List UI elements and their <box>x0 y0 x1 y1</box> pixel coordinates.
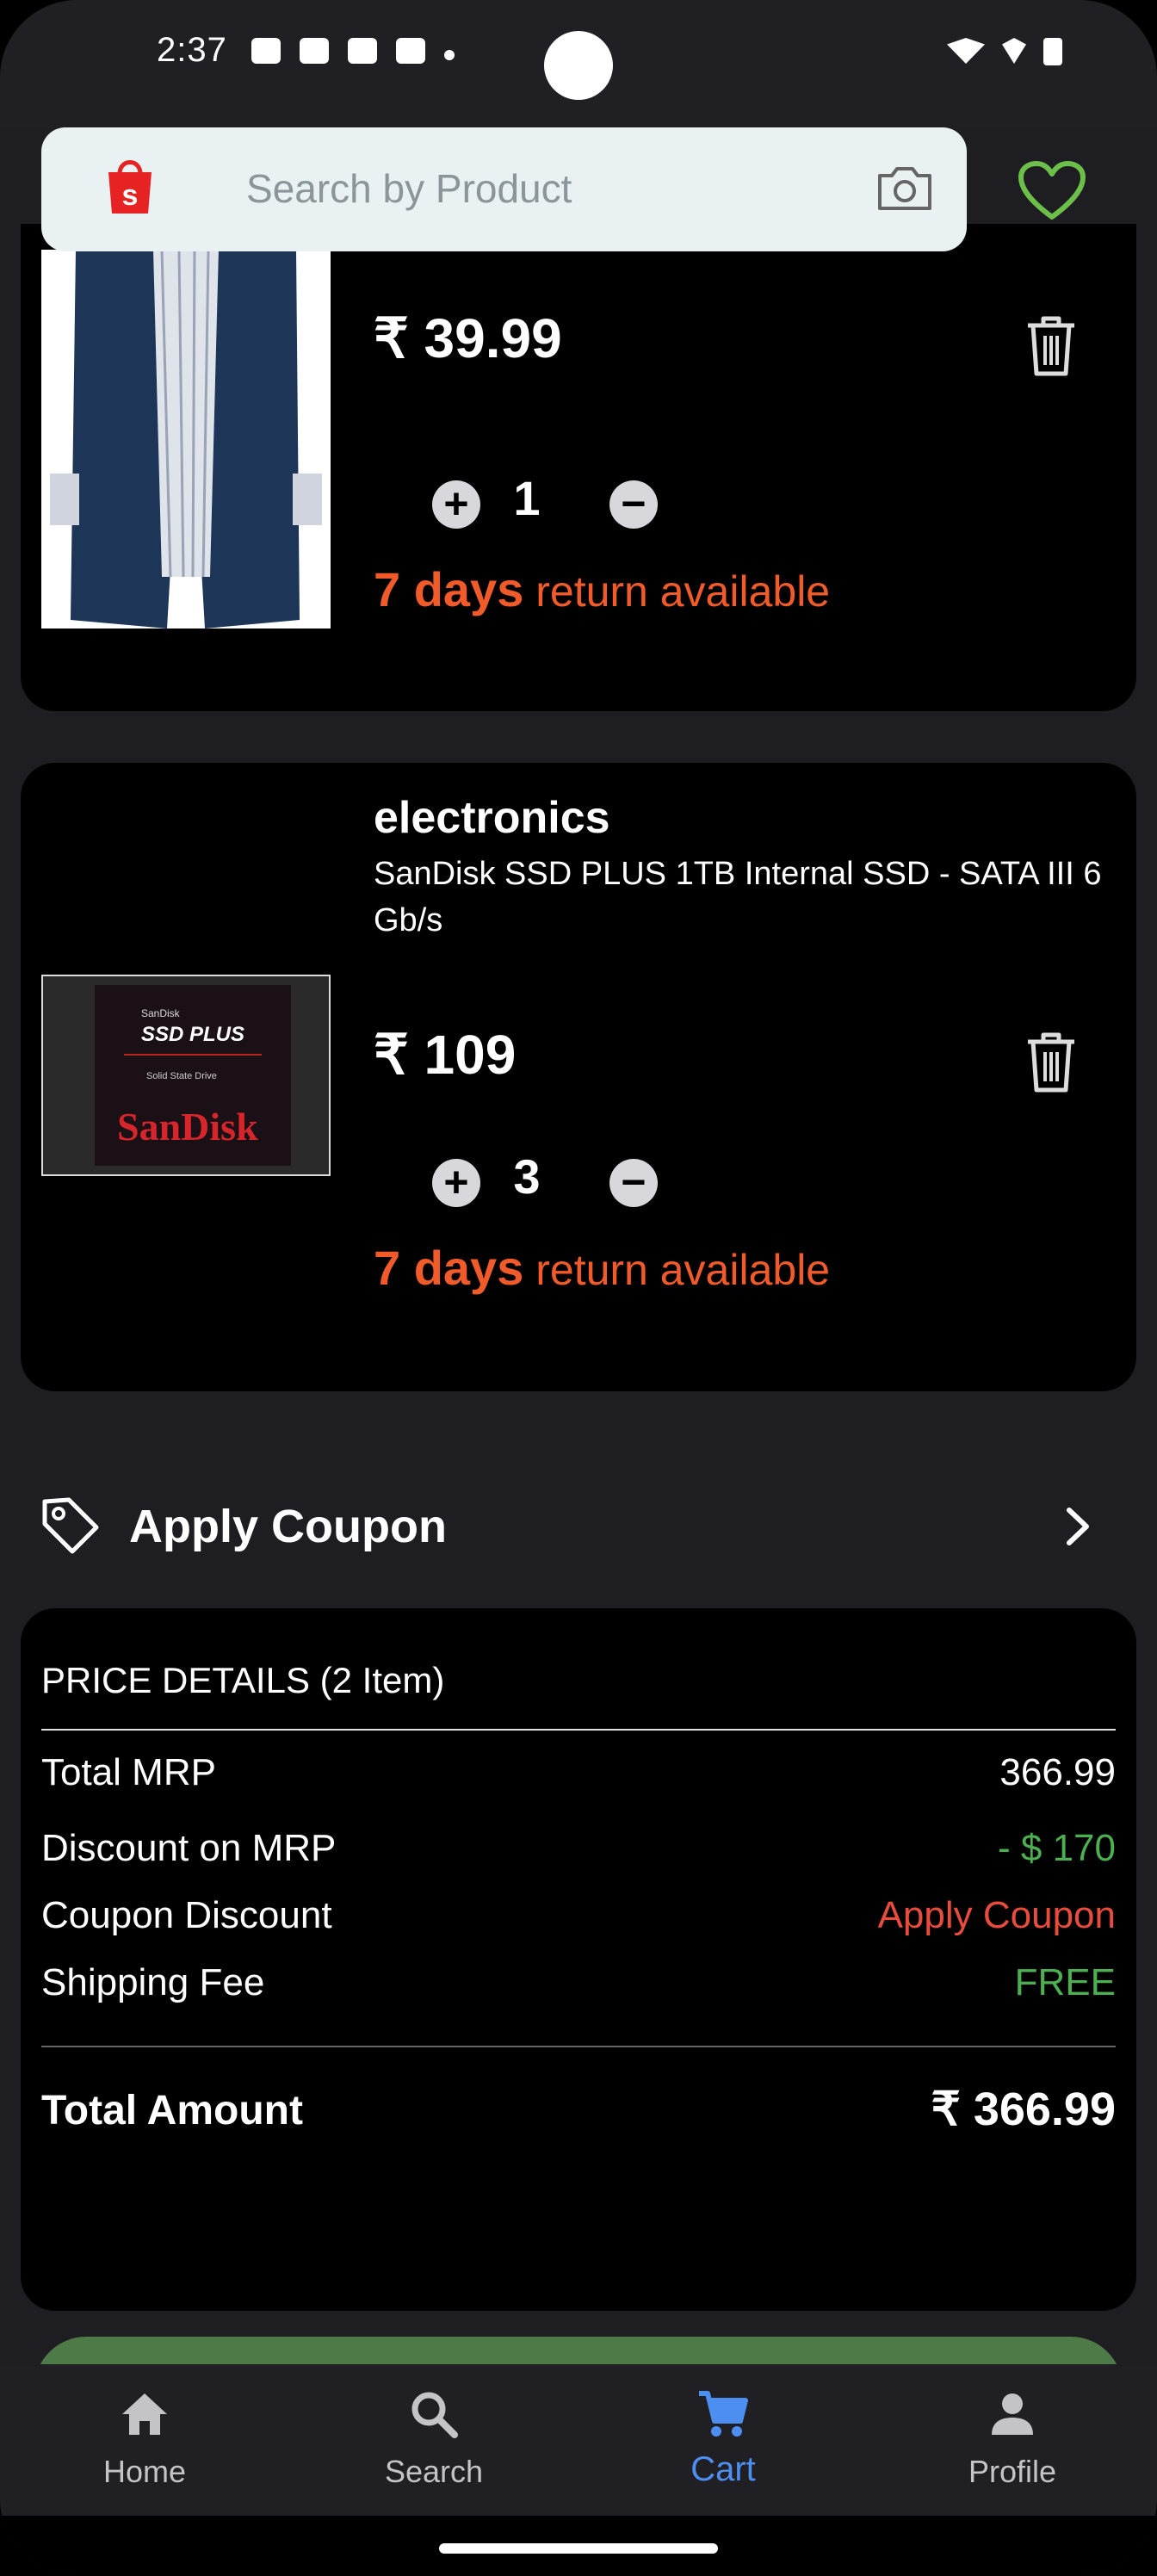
price-details-heading: PRICE DETAILS (2 Item) <box>41 1660 445 1700</box>
discount-label: Discount on MRP <box>41 1827 337 1869</box>
sim-icon <box>396 38 425 64</box>
search-input[interactable]: Search by Product <box>246 165 572 212</box>
svg-text:s: s <box>122 179 139 212</box>
shield-icon <box>300 38 329 64</box>
delete-trash-icon[interactable] <box>1024 313 1078 377</box>
signal-icon <box>1002 38 1026 64</box>
coat-image <box>41 249 331 629</box>
decrease-qty-button[interactable]: − <box>609 480 658 529</box>
shop-logo-icon: s <box>108 160 152 214</box>
status-time: 2:37 <box>157 31 227 69</box>
quantity-value: 3 <box>513 1149 541 1204</box>
increase-qty-button[interactable]: + <box>432 480 480 529</box>
play-icon <box>348 38 377 64</box>
bottom-nav: Home Search Cart Profile <box>0 2364 1157 2516</box>
product-image[interactable]: SanDisk SSD PLUS Solid State Drive SanDi… <box>41 975 331 1176</box>
discount-value: - $ 170 <box>998 1827 1116 1869</box>
camera-search-icon[interactable] <box>876 164 933 212</box>
coupon-discount-label: Coupon Discount <box>41 1894 332 1936</box>
apply-coupon-row[interactable]: Apply Coupon <box>0 1469 1157 1581</box>
total-mrp-label: Total MRP <box>41 1751 216 1793</box>
nav-home[interactable]: Home <box>0 2364 289 2516</box>
divider <box>41 1729 1116 1731</box>
status-right <box>947 38 1062 65</box>
ssd-brand: SanDisk <box>117 1105 258 1149</box>
divider <box>41 2046 1116 2047</box>
dot-icon <box>444 50 455 60</box>
battery-icon <box>1043 38 1062 65</box>
product-image[interactable] <box>41 249 331 629</box>
nav-home-label: Home <box>102 2454 187 2489</box>
return-days: 7 days <box>374 1241 524 1295</box>
nav-search-label: Search <box>384 2454 484 2489</box>
wishlist-heart-icon[interactable] <box>1018 160 1086 222</box>
increase-qty-button[interactable]: + <box>432 1159 480 1207</box>
nav-profile-label: Profile <box>968 2454 1057 2489</box>
ssd-line1: SSD PLUS <box>141 1023 245 1046</box>
nav-search[interactable]: Search <box>289 2364 578 2516</box>
shipping-fee-label: Shipping Fee <box>41 1961 265 2003</box>
ssd-line2: Solid State Drive <box>146 1071 217 1081</box>
item-price: ₹ 109 <box>374 1024 517 1086</box>
notification-icon <box>251 38 281 64</box>
status-bar: 2:37 <box>0 0 1157 129</box>
home-indicator[interactable] <box>439 2543 718 2554</box>
cart-item: ₹ 39.99 + 1 − 7 days return available <box>21 224 1136 711</box>
return-text: return available <box>523 1246 831 1294</box>
price-details-card: PRICE DETAILS (2 Item) Total MRP 366.99 … <box>21 1608 1136 2311</box>
gesture-bar <box>0 2516 1157 2576</box>
cart-icon <box>699 2391 748 2437</box>
coupon-apply-link[interactable]: Apply Coupon <box>878 1894 1116 1937</box>
ssd-small-text: SanDisk <box>141 1007 180 1019</box>
decrease-qty-button[interactable]: − <box>609 1159 658 1207</box>
home-icon <box>122 2393 167 2435</box>
cart-item: electronics SanDisk SSD PLUS 1TB Interna… <box>21 763 1136 1391</box>
nav-profile[interactable]: Profile <box>868 2364 1157 2516</box>
item-price: ₹ 39.99 <box>374 307 562 369</box>
delete-trash-icon[interactable] <box>1024 1030 1078 1093</box>
wifi-icon <box>947 38 985 64</box>
search-bar[interactable]: s Search by Product <box>41 127 967 251</box>
return-days: 7 days <box>374 562 524 616</box>
shipping-fee-value: FREE <box>1014 1961 1116 2003</box>
total-amount-value: ₹ 366.99 <box>931 2084 1116 2135</box>
chevron-right-icon[interactable] <box>1061 1505 1095 1548</box>
total-amount-label: Total Amount <box>41 2088 303 2133</box>
search-icon <box>411 2392 458 2438</box>
return-info: 7 days return available <box>374 561 830 617</box>
apply-coupon-label[interactable]: Apply Coupon <box>129 1500 447 1553</box>
nav-cart[interactable]: Cart <box>578 2364 868 2516</box>
return-text: return available <box>523 567 831 616</box>
item-category: electronics <box>374 793 610 843</box>
cart-screen: 2:37 s Search by Product ₹ 39.99 + 1 − 7… <box>0 0 1157 2576</box>
total-mrp-value: 366.99 <box>999 1751 1116 1793</box>
return-info: 7 days return available <box>374 1240 830 1296</box>
status-icons <box>251 38 455 64</box>
front-camera <box>544 31 613 100</box>
profile-icon <box>992 2393 1033 2435</box>
ssd-image: SanDisk SSD PLUS Solid State Drive SanDi… <box>95 985 291 1166</box>
nav-cart-label: Cart <box>690 2450 756 2488</box>
item-title[interactable]: SanDisk SSD PLUS 1TB Internal SSD - SATA… <box>374 851 1114 944</box>
quantity-value: 1 <box>513 471 541 525</box>
coupon-tag-icon <box>42 1497 99 1554</box>
